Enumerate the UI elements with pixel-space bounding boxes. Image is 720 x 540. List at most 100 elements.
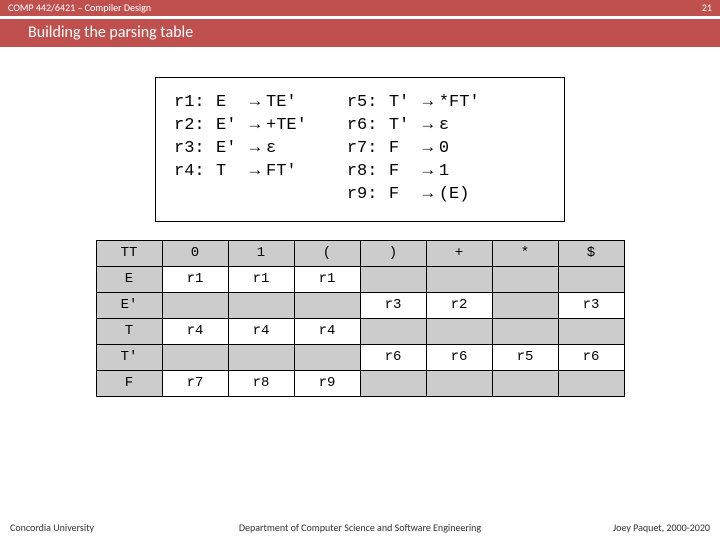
table-cell	[426, 266, 492, 292]
table-row: Er1r1r1	[96, 266, 624, 292]
rules-left-col: r1:E→TE'r2:E'→+TE'r3:E'→εr4:T→FT'	[174, 92, 307, 207]
table-header: 0	[162, 240, 228, 266]
rule-lhs: F	[389, 138, 417, 161]
parsing-table: TT01()+*$ Er1r1r1E'r3r2r3Tr4r4r4T'r6r6r5…	[96, 240, 625, 397]
table-cell: r1	[294, 266, 360, 292]
table-header: +	[426, 240, 492, 266]
arrow-icon: →	[417, 138, 439, 161]
rule-id: r4:	[174, 161, 216, 184]
arrow-icon: →	[244, 161, 266, 184]
header-bar: COMP 442/6421 – Compiler Design 21	[0, 0, 720, 16]
arrow-icon: →	[244, 138, 266, 161]
rule-id: r1:	[174, 92, 216, 115]
rule-lhs: F	[389, 161, 417, 184]
footer-right: Joey Paquet, 2000-2020	[613, 521, 710, 534]
table-header: (	[294, 240, 360, 266]
table-cell	[492, 292, 558, 318]
table-row: T'r6r6r5r6	[96, 344, 624, 370]
table-cell: r6	[360, 344, 426, 370]
table-cell	[558, 370, 624, 396]
rule-row: r9:F→(E)	[347, 184, 480, 207]
table-cell: r6	[558, 344, 624, 370]
rule-row: r6:T'→ε	[347, 115, 480, 138]
slide-title: Building the parsing table	[0, 19, 720, 47]
table-cell	[162, 292, 228, 318]
rule-rhs: FT'	[266, 161, 297, 184]
table-cell	[228, 344, 294, 370]
footer: Concordia University Department of Compu…	[0, 521, 720, 534]
table-cell: r4	[294, 318, 360, 344]
footer-left: Concordia University	[10, 521, 94, 534]
table-cell: r4	[228, 318, 294, 344]
table-cell	[492, 370, 558, 396]
rule-lhs: E'	[216, 115, 244, 138]
rule-rhs: (E)	[439, 184, 470, 207]
table-cell: r1	[162, 266, 228, 292]
table-cell: r7	[162, 370, 228, 396]
rule-id: r7:	[347, 138, 389, 161]
table-cell: r3	[558, 292, 624, 318]
rule-row: r7:F→0	[347, 138, 480, 161]
table-cell: r2	[426, 292, 492, 318]
table-header: 1	[228, 240, 294, 266]
table-row: Tr4r4r4	[96, 318, 624, 344]
table-cell	[360, 318, 426, 344]
arrow-icon: →	[244, 92, 266, 115]
table-cell	[294, 292, 360, 318]
table-cell	[228, 292, 294, 318]
table-cell: r8	[228, 370, 294, 396]
rules-right-col: r5:T'→*FT'r6:T'→εr7:F→0r8:F→1r9:F→(E)	[347, 92, 480, 207]
rule-rhs: *FT'	[439, 92, 480, 115]
table-cell: r6	[426, 344, 492, 370]
rule-id: r9:	[347, 184, 389, 207]
table-cell	[426, 318, 492, 344]
table-cell	[360, 266, 426, 292]
arrow-icon: →	[417, 92, 439, 115]
arrow-icon: →	[417, 161, 439, 184]
table-header: *	[492, 240, 558, 266]
arrow-icon: →	[417, 184, 439, 207]
rule-id: r8:	[347, 161, 389, 184]
rule-row: r2:E'→+TE'	[174, 115, 307, 138]
rule-lhs: T'	[389, 115, 417, 138]
nonterminal-cell: E'	[96, 292, 162, 318]
table-header: $	[558, 240, 624, 266]
table-row: E'r3r2r3	[96, 292, 624, 318]
rule-lhs: T	[216, 161, 244, 184]
rule-rhs: 0	[439, 138, 449, 161]
page-number: 21	[702, 0, 712, 16]
rule-row: r1:E→TE'	[174, 92, 307, 115]
arrow-icon: →	[417, 115, 439, 138]
table-cell: r9	[294, 370, 360, 396]
table-cell	[492, 266, 558, 292]
table-cell	[426, 370, 492, 396]
rule-rhs: 1	[439, 161, 449, 184]
table-row: Fr7r8r9	[96, 370, 624, 396]
rule-lhs: T'	[389, 92, 417, 115]
rule-id: r5:	[347, 92, 389, 115]
table-cell	[162, 344, 228, 370]
rule-rhs: ε	[266, 138, 276, 161]
table-cell	[558, 318, 624, 344]
rule-row: r4:T→FT'	[174, 161, 307, 184]
table-cell	[360, 370, 426, 396]
rule-rhs: +TE'	[266, 115, 307, 138]
table-cell	[558, 266, 624, 292]
rule-lhs: F	[389, 184, 417, 207]
rule-id: r2:	[174, 115, 216, 138]
rule-lhs: E	[216, 92, 244, 115]
rule-rhs: TE'	[266, 92, 297, 115]
grammar-rules-box: r1:E→TE'r2:E'→+TE'r3:E'→εr4:T→FT' r5:T'→…	[155, 77, 565, 222]
arrow-icon: →	[244, 115, 266, 138]
table-header: )	[360, 240, 426, 266]
rule-id: r3:	[174, 138, 216, 161]
table-cell: r4	[162, 318, 228, 344]
course-code: COMP 442/6421 – Compiler Design	[8, 0, 151, 16]
rule-rhs: ε	[439, 115, 449, 138]
table-cell	[294, 344, 360, 370]
rule-row: r8:F→1	[347, 161, 480, 184]
rule-id: r6:	[347, 115, 389, 138]
table-header: TT	[96, 240, 162, 266]
nonterminal-cell: T	[96, 318, 162, 344]
rule-lhs: E'	[216, 138, 244, 161]
